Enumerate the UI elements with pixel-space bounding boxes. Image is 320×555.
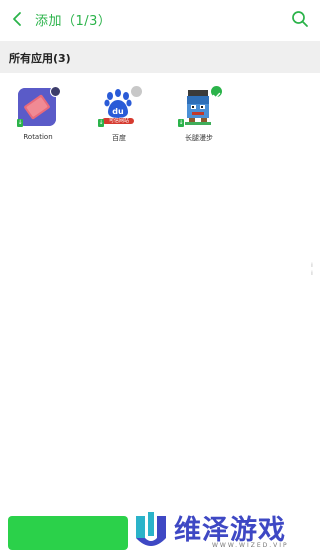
section-header: 所有应用(3) [0,41,320,73]
brand-url: WWW.WIZED.VIP [212,542,289,549]
back-button[interactable] [8,9,28,29]
corner-tag-icon: ↓ [17,119,23,127]
status-dot [131,86,142,97]
rotation-app-icon: ↓ [17,86,61,127]
app-item-changtui-manbu[interactable]: ↓ 长腿漫步 [169,86,229,148]
app-label: Rotation [23,133,53,141]
app-label: 百度 [112,134,126,142]
app-label: 长腿漫步 [185,134,213,142]
section-title: 所有应用(3) [9,52,71,65]
scroll-indicator[interactable]: ⁞ ⁞ [309,262,315,278]
page-title: 添加（1/3） [35,14,112,29]
search-icon [292,11,308,27]
baidu-app-icon: du 可信网站 ↓ [98,86,142,127]
status-dot [50,86,61,97]
svg-text:du: du [112,107,124,116]
corner-tag-icon: ↓ [178,119,184,127]
chevron-left-icon [13,12,21,26]
corner-tag-icon: ↓ [98,119,104,127]
top-bar: 添加（1/3） [0,0,320,38]
app-item-baidu[interactable]: du 可信网站 ↓ 百度 [89,86,149,148]
game-app-icon: ↓ [178,86,222,127]
app-item-rotation[interactable]: ↓ Rotation [8,86,68,148]
brand-logo-icon [136,512,166,546]
watermark: 维泽游戏 WWW.WIZED.VIP [130,506,320,555]
search-button[interactable] [290,9,310,29]
trust-banner: 可信网站 [108,118,129,124]
confirm-button[interactable] [8,516,128,550]
selected-check-icon [211,86,222,99]
